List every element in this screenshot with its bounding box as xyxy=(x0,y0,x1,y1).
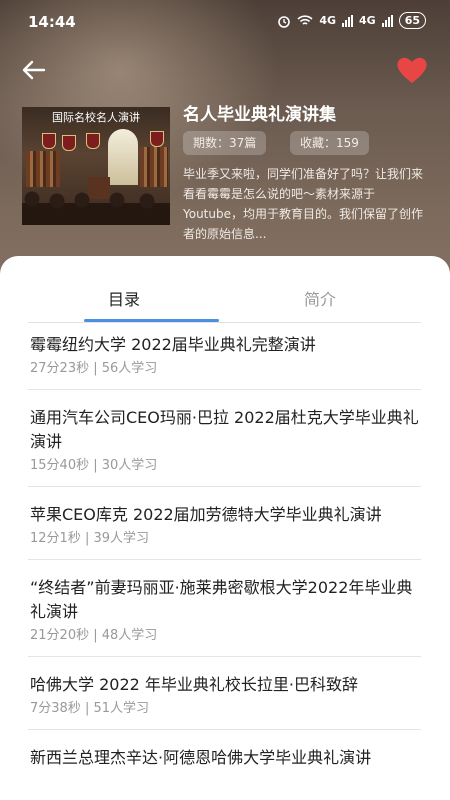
back-arrow-icon[interactable] xyxy=(20,56,48,84)
signal-icon-2 xyxy=(381,14,393,27)
list-item[interactable]: “终结者”前妻玛丽亚·施莱弗密歇根大学2022年毕业典礼演讲 21分20秒 | … xyxy=(28,560,421,657)
favorites-count: 收藏：159 xyxy=(290,131,369,155)
item-meta: 27分23秒 | 56人学习 xyxy=(30,361,158,376)
item-title: 哈佛大学 2022 年毕业典礼校长拉里·巴科致辞 xyxy=(30,675,358,694)
list-item[interactable]: 哈佛大学 2022 年毕业典礼校长拉里·巴科致辞 7分38秒 | 51人学习 xyxy=(28,657,421,730)
cover-caption: 国际名校名人演讲 xyxy=(52,111,140,124)
item-title: 通用汽车公司CEO玛丽·巴拉 2022届杜克大学毕业典礼演讲 xyxy=(30,408,419,451)
wifi-icon xyxy=(297,14,313,25)
signal-icon xyxy=(342,14,353,27)
status-icons: 4G 4G 65 xyxy=(277,12,426,29)
tab-intro[interactable]: 简介 xyxy=(304,286,336,310)
tab-catalog[interactable]: 目录 xyxy=(108,286,140,310)
item-title: 霉霉纽约大学 2022届毕业典礼完整演讲 xyxy=(30,335,316,354)
cover-image: 国际名校名人演讲 xyxy=(22,107,170,225)
network-label-1: 4G xyxy=(319,14,336,27)
collection-description: 毕业季又来啦，同学们准备好了吗？让我们来看看霉霉是怎么说的吧～素材来源于 You… xyxy=(183,167,424,241)
header-background: 14:44 4G 4G 65 国际名校名人演讲 名人毕业典礼演讲集 期数：37篇… xyxy=(0,0,450,300)
episode-list: 霉霉纽约大学 2022届毕业典礼完整演讲 27分23秒 | 56人学习 通用汽车… xyxy=(28,323,421,780)
list-item[interactable]: 新西兰总理杰辛达·阿德恩哈佛大学毕业典礼演讲 xyxy=(28,730,421,780)
episodes-count: 期数：37篇 xyxy=(183,131,267,155)
list-item[interactable]: 通用汽车公司CEO玛丽·巴拉 2022届杜克大学毕业典礼演讲 15分40秒 | … xyxy=(28,390,421,487)
list-item[interactable]: 苹果CEO库克 2022届加劳德特大学毕业典礼演讲 12分1秒 | 39人学习 xyxy=(28,487,421,560)
alarm-icon xyxy=(278,15,291,28)
heart-icon[interactable] xyxy=(395,55,429,85)
item-meta: 12分1秒 | 39人学习 xyxy=(30,531,149,546)
item-meta: 21分20秒 | 48人学习 xyxy=(30,628,158,643)
status-bar: 14:44 4G 4G 65 xyxy=(0,0,450,44)
item-title: 苹果CEO库克 2022届加劳德特大学毕业典礼演讲 xyxy=(30,505,382,524)
battery-indicator: 65 xyxy=(398,12,426,29)
item-title: 新西兰总理杰辛达·阿德恩哈佛大学毕业典礼演讲 xyxy=(30,748,372,767)
status-time: 14:44 xyxy=(28,13,76,31)
content-sheet: 目录 简介 霉霉纽约大学 2022届毕业典礼完整演讲 27分23秒 | 56人学… xyxy=(0,256,450,800)
network-label-2: 4G xyxy=(359,14,376,27)
tab-bar: 目录 简介 xyxy=(28,256,421,323)
list-item[interactable]: 霉霉纽约大学 2022届毕业典礼完整演讲 27分23秒 | 56人学习 xyxy=(28,323,421,390)
item-title: “终结者”前妻玛丽亚·施莱弗密歇根大学2022年毕业典礼演讲 xyxy=(30,578,413,621)
item-meta: 7分38秒 | 51人学习 xyxy=(30,701,149,716)
active-tab-indicator xyxy=(84,319,219,322)
item-meta: 15分40秒 | 30人学习 xyxy=(30,458,158,473)
collection-title: 名人毕业典礼演讲集 xyxy=(183,105,336,125)
